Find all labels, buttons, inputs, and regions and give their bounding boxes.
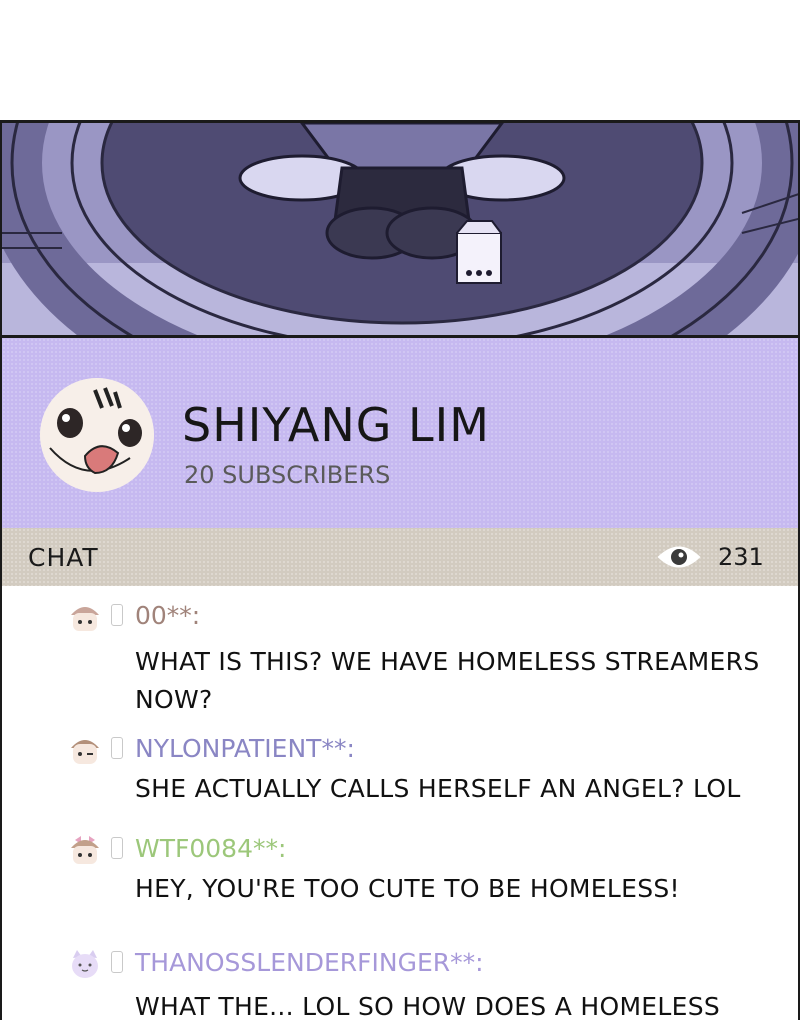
- chat-message-text: WHAT IS THIS? WE HAVE HOMELESS STREAMERS…: [135, 647, 760, 714]
- chat-message-header: THANOSSLENDERFINGER**:: [67, 948, 787, 982]
- scene-illustration: [2, 123, 798, 335]
- chat-message-header: WTF0084**:: [67, 834, 787, 868]
- chat-username[interactable]: NYLONPATIENT**:: [135, 734, 355, 763]
- chat-username[interactable]: THANOSSLENDERFINGER**:: [135, 948, 484, 977]
- mobile-icon: [111, 951, 123, 973]
- avatar-face-icon: [40, 378, 154, 492]
- mobile-icon: [111, 737, 123, 759]
- chat-header-bar: CHAT 231: [2, 528, 798, 586]
- chat-message-text: WHAT THE... LOL SO HOW DOES A HOMELESS: [135, 992, 721, 1020]
- user-avatar-icon: [71, 740, 99, 764]
- chat-message-header: 00**:: [67, 601, 787, 635]
- chat-username[interactable]: 00**:: [135, 601, 200, 630]
- mobile-icon: [111, 837, 123, 859]
- user-avatar-icon: [71, 836, 99, 864]
- channel-name: SHIYANG LIM: [182, 398, 490, 452]
- user-avatar-icon: [71, 607, 99, 631]
- cat-avatar-icon: [72, 950, 98, 978]
- viewer-count: 231: [718, 543, 764, 571]
- chat-message-text: SHE ACTUALLY CALLS HERSELF AN ANGEL? LOL: [135, 774, 741, 803]
- channel-header: SHIYANG LIM 20 SUBSCRIBERS: [2, 338, 798, 528]
- channel-avatar[interactable]: [40, 378, 154, 492]
- chat-message-header: NYLONPATIENT**:: [67, 734, 787, 768]
- chat-message-list: 00**: WHAT IS THIS? WE HAVE HOMELESS STR…: [2, 586, 798, 1020]
- chat-username[interactable]: WTF0084**:: [135, 834, 286, 863]
- subscriber-count: 20 SUBSCRIBERS: [184, 461, 391, 489]
- eye-icon: [657, 546, 701, 568]
- comic-panel: SHIYANG LIM 20 SUBSCRIBERS CHAT 231 00**…: [0, 120, 800, 1020]
- chat-label[interactable]: CHAT: [28, 543, 99, 572]
- mobile-icon: [111, 604, 123, 626]
- stream-video-scene: [2, 123, 798, 338]
- chat-message-text: HEY, YOU'RE TOO CUTE TO BE HOMELESS!: [135, 874, 680, 903]
